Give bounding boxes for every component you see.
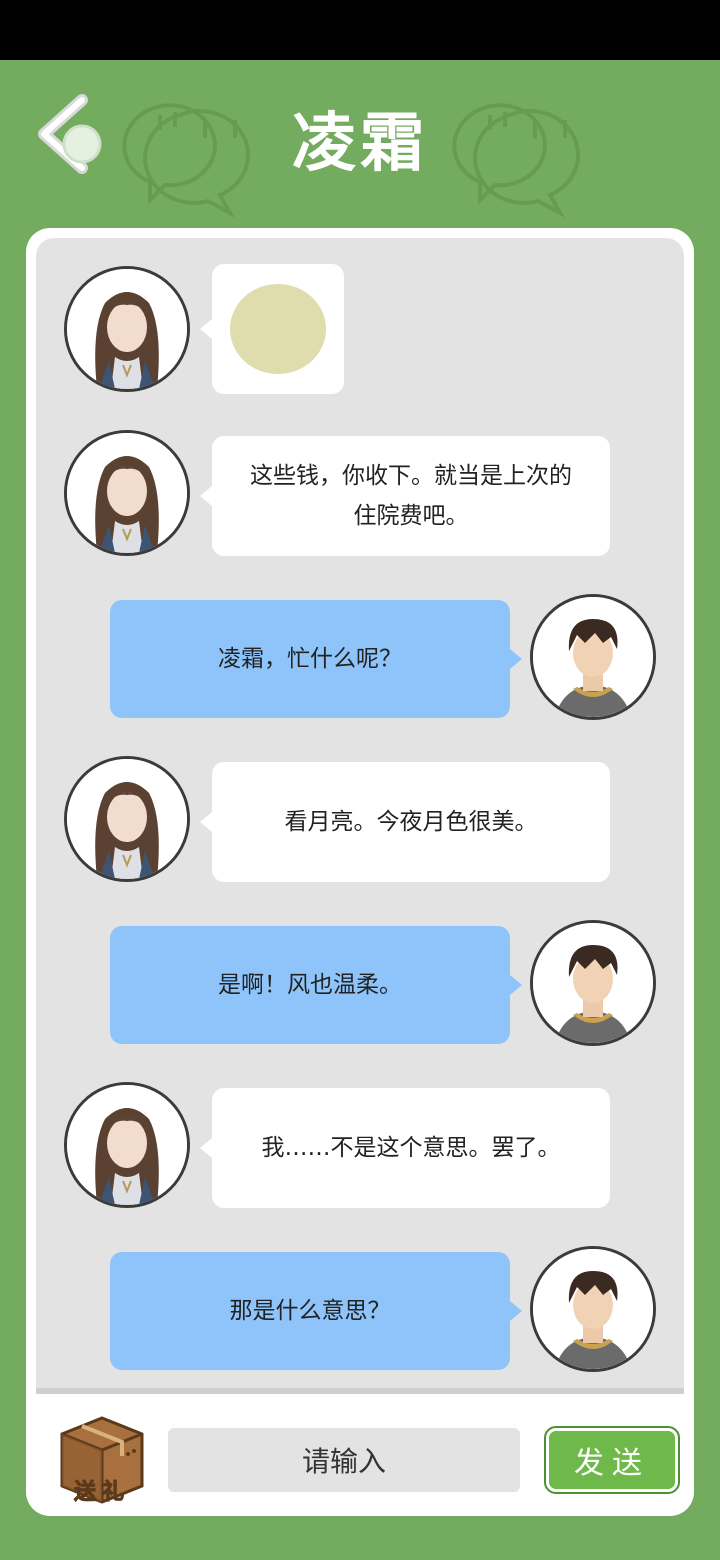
message-text-line: 这些钱，你收下。就当是上次的 bbox=[250, 463, 572, 489]
message-bubble[interactable]: 这些钱，你收下。就当是上次的 住院费吧。 bbox=[200, 436, 610, 556]
message-text: 看月亮。今夜月色很美。 bbox=[284, 809, 538, 835]
avatar-self[interactable] bbox=[530, 1246, 656, 1372]
message-bubble[interactable]: 我……不是这个意思。罢了。 bbox=[200, 1088, 610, 1208]
avatar-self[interactable] bbox=[530, 920, 656, 1046]
status-bar bbox=[0, 0, 720, 60]
message-bubble-self[interactable]: 是啊！风也温柔。 bbox=[110, 926, 522, 1044]
message-text: 我……不是这个意思。罢了。 bbox=[261, 1135, 561, 1161]
gift-button[interactable]: 送礼 bbox=[52, 1408, 152, 1508]
message-text-line: 住院费吧。 bbox=[353, 503, 469, 529]
message-text: 凌霜，忙什么呢？ bbox=[218, 646, 402, 672]
avatar-heroine[interactable] bbox=[64, 266, 190, 392]
message-input[interactable]: 请输入 bbox=[168, 1428, 520, 1492]
avatar-heroine[interactable] bbox=[64, 1082, 190, 1208]
chat-divider bbox=[36, 1388, 684, 1394]
heroine-portrait-icon bbox=[67, 1085, 187, 1205]
message-text: 那是什么意思？ bbox=[229, 1298, 391, 1324]
avatar-heroine[interactable] bbox=[64, 430, 190, 556]
heroine-portrait-icon bbox=[67, 269, 187, 389]
player-portrait-icon bbox=[533, 1249, 653, 1369]
avatar-heroine[interactable] bbox=[64, 756, 190, 882]
heroine-portrait-icon bbox=[67, 433, 187, 553]
gift-label: 送礼 bbox=[73, 1480, 130, 1506]
player-portrait-icon bbox=[533, 923, 653, 1043]
send-button[interactable]: 发送 bbox=[544, 1426, 680, 1494]
message-text: 是啊！风也温柔。 bbox=[218, 972, 402, 998]
page-title: 凌霜 bbox=[292, 107, 428, 181]
heroine-portrait-icon bbox=[67, 759, 187, 879]
message-image-bubble[interactable] bbox=[200, 264, 344, 394]
send-label: 发送 bbox=[574, 1446, 650, 1481]
player-portrait-icon bbox=[533, 597, 653, 717]
moon-image bbox=[230, 284, 326, 374]
message-bubble-self[interactable]: 那是什么意思？ bbox=[110, 1252, 522, 1370]
message-bubble-self[interactable]: 凌霜，忙什么呢？ bbox=[110, 600, 522, 718]
message-bubble[interactable]: 看月亮。今夜月色很美。 bbox=[200, 762, 610, 882]
input-placeholder: 请输入 bbox=[301, 1445, 386, 1478]
avatar-self[interactable] bbox=[530, 594, 656, 720]
